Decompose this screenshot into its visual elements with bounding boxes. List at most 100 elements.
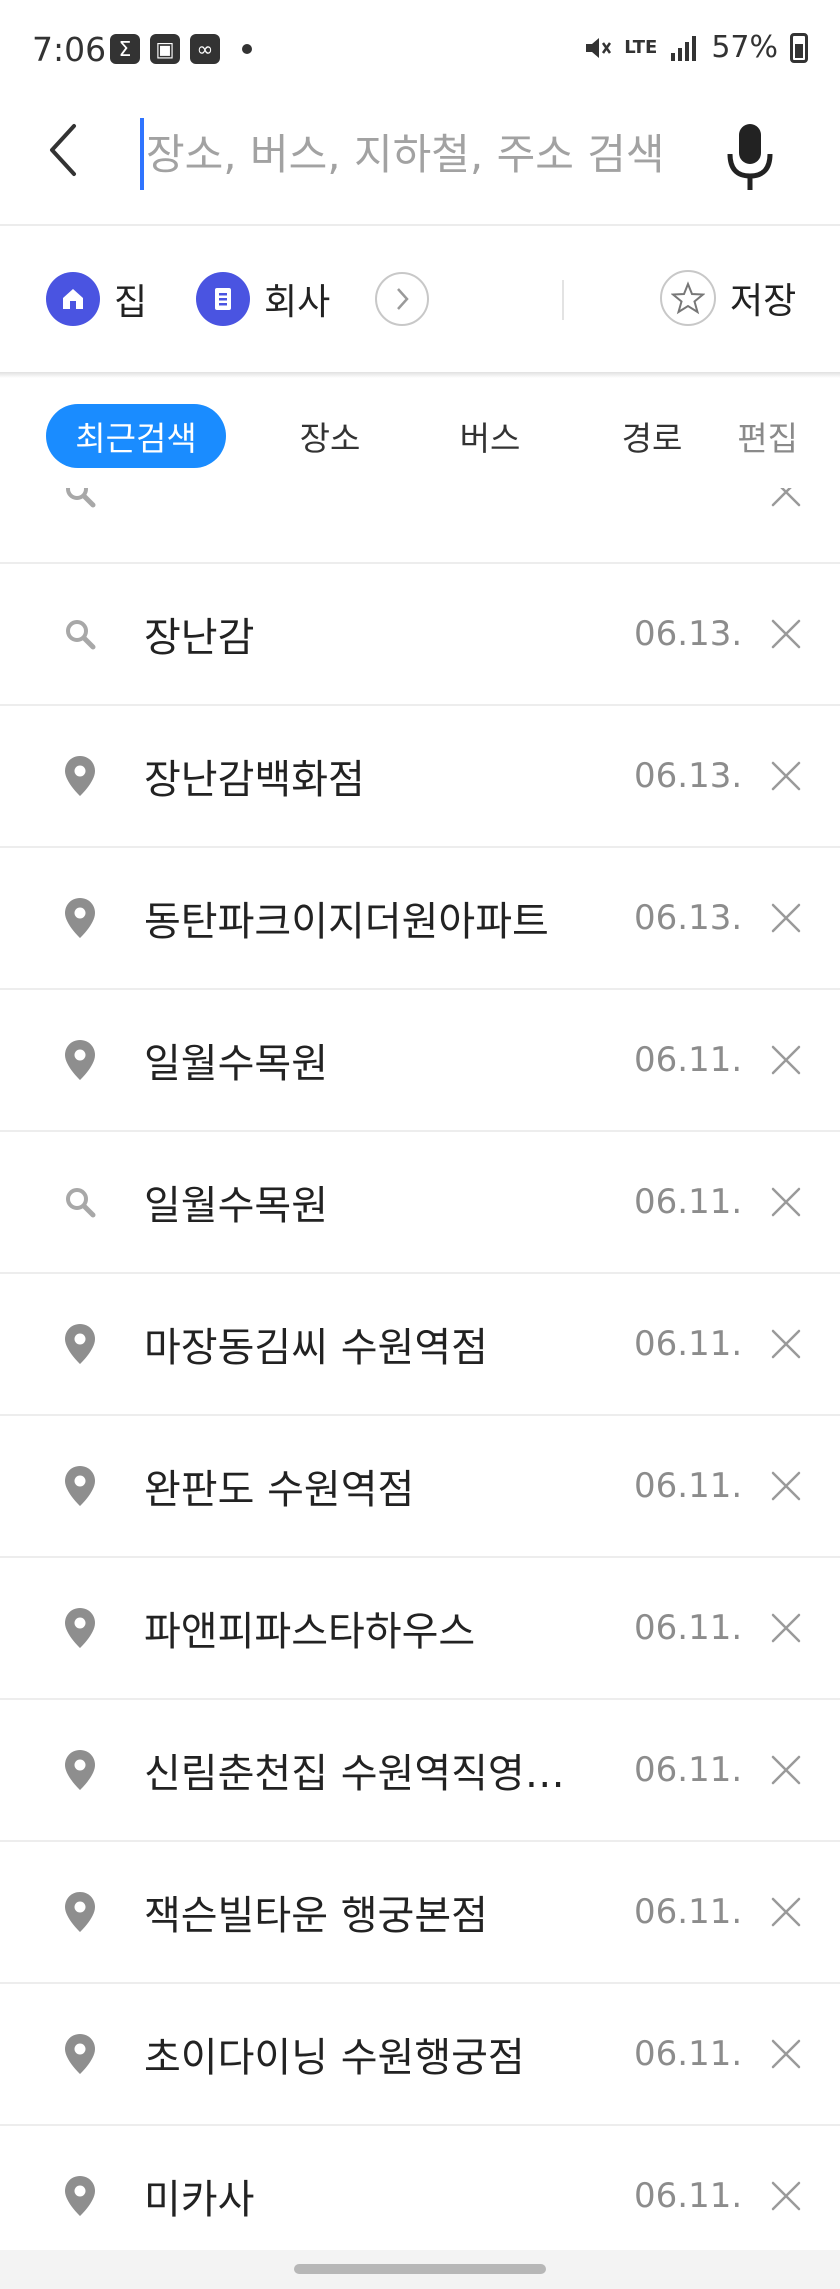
recent-list-item[interactable]: 장난감 06.13. bbox=[0, 564, 840, 706]
recent-item-title: 파앤피파스타하우스 bbox=[144, 1609, 476, 1655]
gallery-icon: ▣ bbox=[150, 34, 180, 64]
work-shortcut[interactable]: 회사 bbox=[196, 272, 330, 326]
recent-item-title: 일월수목원 bbox=[144, 1183, 328, 1229]
star-icon bbox=[660, 270, 716, 326]
recent-item-date: 06.11. bbox=[634, 1466, 743, 1506]
place-pin-icon bbox=[62, 1038, 98, 1082]
close-icon[interactable] bbox=[768, 1752, 804, 1788]
home-handle[interactable] bbox=[294, 2264, 546, 2274]
close-icon[interactable] bbox=[768, 1326, 804, 1362]
edit-button[interactable]: 편집 bbox=[737, 404, 798, 468]
divider bbox=[562, 280, 564, 320]
recent-list-item[interactable]: 일월수목원 06.11. bbox=[0, 990, 840, 1132]
recent-list-item[interactable]: 일월수목원 06.11. bbox=[0, 1132, 840, 1274]
place-pin-icon bbox=[62, 896, 98, 940]
recent-item-title: 미카사 bbox=[144, 2177, 255, 2223]
close-icon[interactable] bbox=[768, 2178, 804, 2214]
sigma-app-icon: Σ bbox=[110, 34, 140, 64]
saved-label: 저장 bbox=[730, 281, 797, 322]
place-pin-icon bbox=[62, 754, 98, 798]
recent-list-inner: 장난감 06.13. 장난감백화점 06.13. 동탄파크이지더원아파트 06.13. 일월… bbox=[0, 488, 840, 2248]
more-shortcuts-button[interactable] bbox=[375, 272, 429, 326]
search-icon bbox=[62, 612, 98, 656]
recent-item-title: 잭슨빌타운 행궁본점 bbox=[144, 1893, 488, 1939]
more-notifications-icon bbox=[242, 44, 252, 54]
close-icon[interactable] bbox=[768, 1894, 804, 1930]
tab-bus[interactable]: 버스 bbox=[440, 404, 540, 468]
close-icon[interactable] bbox=[768, 758, 804, 794]
status-bar: 7:06 Σ ▣ ∞ LTE 57% bbox=[0, 0, 840, 100]
recent-list-item[interactable]: 신림춘천집 수원역직영… 06.11. bbox=[0, 1700, 840, 1842]
recent-item-date: 06.13. bbox=[634, 614, 743, 654]
status-time: 7:06 bbox=[32, 30, 107, 69]
recent-item-date: 06.13. bbox=[634, 756, 743, 796]
recent-item-date: 06.11. bbox=[634, 1040, 743, 1080]
recent-item-title: 일월수목원 bbox=[144, 1041, 328, 1087]
close-icon[interactable] bbox=[768, 1468, 804, 1504]
recent-list-item[interactable] bbox=[0, 488, 840, 564]
place-pin-icon bbox=[62, 1322, 98, 1366]
search-icon bbox=[62, 488, 98, 514]
recent-item-date: 06.11. bbox=[634, 1324, 743, 1364]
tab-places[interactable]: 장소 bbox=[280, 404, 380, 468]
recent-list-item[interactable]: 파앤피파스타하우스 06.11. bbox=[0, 1558, 840, 1700]
tab-bar: 최근검색 장소 버스 경로 편집 bbox=[0, 378, 840, 488]
recent-item-date: 06.13. bbox=[634, 898, 743, 938]
system-status: LTE 57% bbox=[582, 30, 808, 65]
close-icon[interactable] bbox=[768, 1610, 804, 1646]
recent-item-title: 신림춘천집 수원역직영… bbox=[144, 1751, 565, 1797]
building-icon bbox=[196, 272, 250, 326]
back-arrow-icon[interactable] bbox=[40, 120, 90, 180]
navigation-bar bbox=[0, 2250, 840, 2289]
tab-route[interactable]: 경로 bbox=[602, 404, 702, 468]
signal-icon bbox=[671, 35, 697, 61]
recent-list-item[interactable]: 초이다이닝 수원행궁점 06.11. bbox=[0, 1984, 840, 2126]
close-icon[interactable] bbox=[768, 616, 804, 652]
search-input[interactable] bbox=[140, 118, 688, 190]
recent-list-item[interactable]: 장난감백화점 06.13. bbox=[0, 706, 840, 848]
recent-item-title: 초이다이닝 수원행궁점 bbox=[144, 2035, 525, 2081]
recent-item-title: 장난감백화점 bbox=[144, 757, 365, 803]
close-icon[interactable] bbox=[768, 1184, 804, 1220]
recent-item-title: 동탄파크이지더원아파트 bbox=[144, 899, 549, 945]
recent-item-date: 06.11. bbox=[634, 2176, 743, 2216]
place-pin-icon bbox=[62, 2032, 98, 2076]
recent-item-date: 06.11. bbox=[634, 1608, 743, 1648]
recent-list-item[interactable]: 동탄파크이지더원아파트 06.13. bbox=[0, 848, 840, 990]
network-label: LTE bbox=[624, 37, 658, 58]
close-icon[interactable] bbox=[768, 2036, 804, 2072]
place-pin-icon bbox=[62, 1464, 98, 1508]
search-bar bbox=[0, 100, 840, 224]
chevron-right-icon bbox=[397, 288, 409, 310]
place-pin-icon bbox=[62, 2174, 98, 2218]
shortcut-bar: 집 회사 저장 bbox=[0, 226, 840, 374]
place-pin-icon bbox=[62, 1748, 98, 1792]
recent-item-title: 마장동김씨 수원역점 bbox=[144, 1325, 488, 1371]
close-icon[interactable] bbox=[768, 488, 804, 510]
home-shortcut[interactable]: 집 bbox=[46, 272, 147, 326]
search-icon bbox=[62, 1180, 98, 1224]
recent-item-date: 06.11. bbox=[634, 1182, 743, 1222]
close-icon[interactable] bbox=[768, 900, 804, 936]
recent-search-list: 장난감 06.13. 장난감백화점 06.13. 동탄파크이지더원아파트 06.13. 일월… bbox=[0, 488, 840, 2248]
voicemail-icon: ∞ bbox=[190, 34, 220, 64]
home-label: 집 bbox=[114, 282, 148, 323]
microphone-icon[interactable] bbox=[720, 118, 780, 198]
place-pin-icon bbox=[62, 1606, 98, 1650]
recent-list-item[interactable]: 완판도 수원역점 06.11. bbox=[0, 1416, 840, 1558]
saved-button[interactable]: 저장 bbox=[660, 270, 796, 326]
recent-item-date: 06.11. bbox=[634, 1750, 743, 1790]
close-icon[interactable] bbox=[768, 1042, 804, 1078]
recent-item-title: 장난감 bbox=[144, 615, 255, 661]
battery-icon bbox=[790, 32, 808, 63]
recent-item-title: 완판도 수원역점 bbox=[144, 1467, 415, 1513]
recent-list-item[interactable]: 잭슨빌타운 행궁본점 06.11. bbox=[0, 1842, 840, 1984]
recent-item-date: 06.11. bbox=[634, 2034, 743, 2074]
mute-icon bbox=[586, 37, 612, 58]
tab-recent[interactable]: 최근검색 bbox=[46, 404, 226, 468]
notification-icons: Σ ▣ ∞ bbox=[110, 34, 252, 64]
place-pin-icon bbox=[62, 1890, 98, 1934]
recent-list-item[interactable]: 미카사 06.11. bbox=[0, 2126, 840, 2248]
battery-percent: 57% bbox=[711, 30, 778, 65]
recent-list-item[interactable]: 마장동김씨 수원역점 06.11. bbox=[0, 1274, 840, 1416]
